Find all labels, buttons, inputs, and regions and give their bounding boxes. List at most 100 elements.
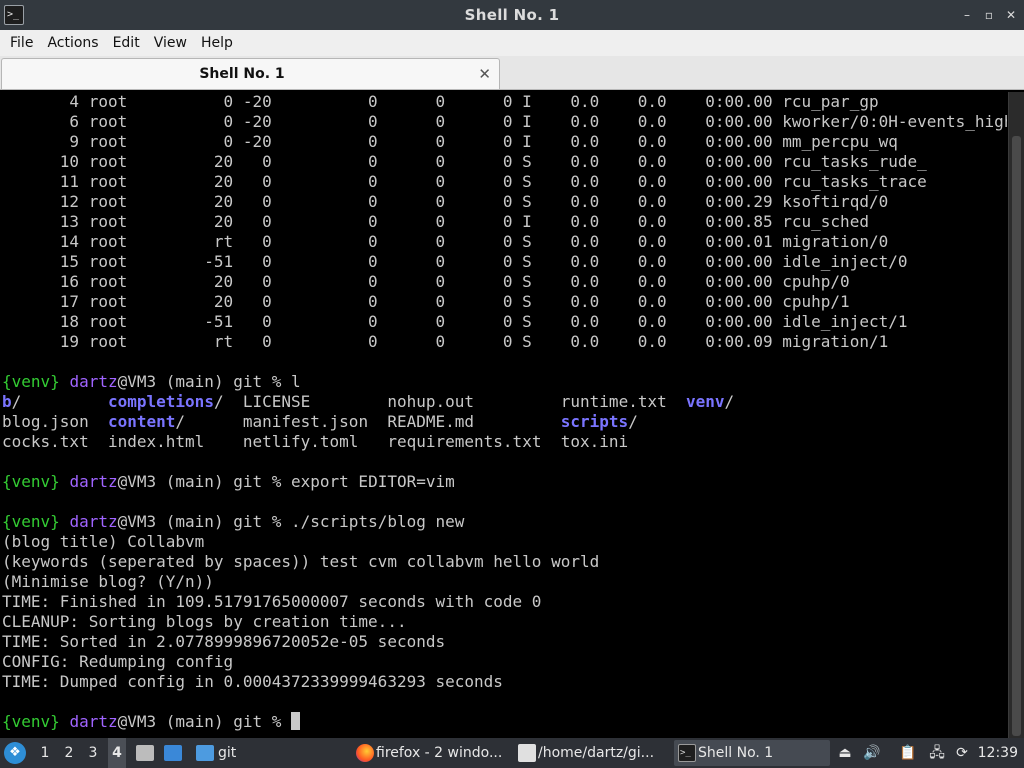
menu-actions[interactable]: Actions [40, 30, 105, 56]
ls-file: blog.json [2, 412, 89, 431]
ls-file: runtime.txt [560, 392, 667, 411]
network-icon[interactable]: 🖧 [926, 738, 948, 768]
update-icon[interactable]: ⟳ [952, 738, 972, 768]
window-controls: – ▫ ✕ [958, 0, 1020, 30]
ls-file: netlify.toml [242, 432, 359, 451]
output-line: CLEANUP: Sorting blogs by creation time.… [2, 612, 407, 631]
ls-file: tox.ini [560, 432, 629, 451]
prompt-rest: (main) git % [156, 712, 291, 731]
clipboard-icon[interactable]: 📋 [898, 738, 918, 768]
workspace-1[interactable]: 1 [36, 738, 54, 768]
prompt-line: {venv} dartz@VM3 (main) git % export EDI… [2, 472, 1007, 492]
prompt-line: {venv} dartz@VM3 (main) git % l [2, 372, 1007, 392]
prompt-user: dartz [69, 512, 118, 531]
maximize-icon[interactable]: ▫ [980, 6, 998, 24]
terminal-cursor [291, 712, 300, 730]
ls-row: b/ completions/ LICENSE nohup.out runtim… [2, 392, 1007, 412]
clock[interactable]: 12:39 [978, 738, 1018, 768]
folder-launcher[interactable]: git [194, 738, 236, 768]
process-row: 19 root rt 0 0 0 0 S 0.0 0.0 0:00.09 mig… [2, 332, 889, 351]
ls-suffix: / [628, 412, 638, 431]
terminal-icon: >_ [678, 744, 696, 762]
process-row: 18 root -51 0 0 0 0 S 0.0 0.0 0:00.00 id… [2, 312, 908, 331]
prompt-rest: (main) git % [156, 512, 291, 531]
ls-file: manifest.json [242, 412, 369, 431]
output-line: (Minimise blog? (Y/n)) [2, 572, 214, 591]
task-shell[interactable]: >_ Shell No. 1 [674, 740, 830, 766]
menu-file[interactable]: File [3, 30, 40, 56]
menu-edit[interactable]: Edit [106, 30, 147, 56]
minimize-icon[interactable]: – [958, 6, 976, 24]
ls-file: nohup.out [387, 392, 475, 411]
window-titlebar[interactable]: >_ Shell No. 1 – ▫ ✕ [0, 0, 1024, 30]
eject-icon[interactable]: ⏏ [836, 738, 854, 768]
process-row: 14 root rt 0 0 0 0 S 0.0 0.0 0:00.01 mig… [2, 232, 889, 251]
tab-close-icon[interactable]: ✕ [478, 59, 491, 89]
ls-row: blog.json content/ manifest.json README.… [2, 412, 1007, 432]
volume-icon[interactable]: 🔊 [862, 738, 882, 768]
task-label: firefox - 2 windo... [376, 745, 503, 761]
prompt-line: {venv} dartz@VM3 (main) git % ./scripts/… [2, 512, 1007, 532]
prompt-host: @VM3 [117, 712, 157, 731]
firefox-icon [356, 744, 374, 762]
output-line: TIME: Sorted in 2.0778999896720052e-05 s… [2, 632, 446, 651]
prompt-host: @VM3 [117, 512, 157, 531]
menu-bar: File Actions Edit View Help [0, 30, 1024, 56]
start-menu-icon[interactable]: ❖ [4, 742, 26, 764]
command-text: export EDITOR=vim [291, 472, 455, 491]
prompt-venv: {venv} [2, 512, 60, 531]
menu-help[interactable]: Help [194, 30, 240, 56]
ls-suffix: / [213, 392, 224, 411]
workspace-2[interactable]: 2 [60, 738, 78, 768]
ls-suffix: / [11, 392, 22, 411]
workspace-4[interactable]: 4 [108, 738, 126, 768]
ls-file: cocks.txt [2, 432, 89, 451]
prompt-user: dartz [69, 372, 118, 391]
output-line: TIME: Dumped config in 0.000437233999946… [2, 672, 503, 691]
prompt-host: @VM3 [117, 472, 157, 491]
prompt-user: dartz [69, 712, 118, 731]
prompt-venv: {venv} [2, 712, 60, 731]
ls-row: cocks.txt index.html netlify.toml requir… [2, 432, 1007, 452]
prompt-host: @VM3 [117, 372, 157, 391]
ls-file: requirements.txt [387, 432, 542, 451]
scrollbar-thumb[interactable] [1012, 136, 1021, 736]
ls-file: index.html [107, 432, 205, 451]
ls-directory: scripts [560, 412, 629, 431]
process-row: 17 root 20 0 0 0 0 S 0.0 0.0 0:00.00 cpu… [2, 292, 850, 311]
prompt-venv: {venv} [2, 372, 60, 391]
prompt-user: dartz [69, 472, 118, 491]
ls-suffix: / [724, 392, 735, 411]
output-line: CONFIG: Redumping config [2, 652, 234, 671]
workspace-3[interactable]: 3 [84, 738, 102, 768]
ls-directory: content [107, 412, 176, 431]
text-editor-icon [518, 744, 536, 762]
desktop-icon[interactable] [164, 745, 182, 761]
terminal-scrollbar[interactable] [1008, 92, 1024, 738]
process-row: 15 root -51 0 0 0 0 S 0.0 0.0 0:00.00 id… [2, 252, 908, 271]
close-icon[interactable]: ✕ [1002, 6, 1020, 24]
tab-shell-1[interactable]: Shell No. 1 ✕ [1, 58, 500, 89]
command-text: l [291, 372, 301, 391]
command-text: ./scripts/blog new [291, 512, 465, 531]
menu-view[interactable]: View [147, 30, 194, 56]
terminal-output[interactable]: 4 root 0 -20 0 0 0 I 0.0 0.0 0:00.00 rcu… [0, 92, 1007, 738]
folder-icon [196, 745, 214, 761]
output-line: (keywords (seperated by spaces)) test cv… [2, 552, 600, 571]
ls-directory: venv [686, 392, 725, 411]
task-label: /home/dartz/gi... [538, 745, 655, 761]
files-icon[interactable] [136, 745, 154, 761]
task-firefox[interactable]: firefox - 2 windo... [352, 740, 508, 766]
task-editor[interactable]: /home/dartz/gi... [514, 740, 670, 766]
process-row: 4 root 0 -20 0 0 0 I 0.0 0.0 0:00.00 rcu… [2, 92, 879, 111]
prompt-line: {venv} dartz@VM3 (main) git % [2, 712, 1007, 732]
tab-label: Shell No. 1 [199, 66, 285, 82]
output-line: TIME: Finished in 109.51791765000007 sec… [2, 592, 542, 611]
process-row: 10 root 20 0 0 0 0 S 0.0 0.0 0:00.00 rcu… [2, 152, 927, 171]
tab-bar: Shell No. 1 ✕ [0, 56, 1024, 90]
ls-directory: b [2, 392, 12, 411]
process-row: 9 root 0 -20 0 0 0 I 0.0 0.0 0:00.00 mm_… [2, 132, 898, 151]
output-line: (blog title) Collabvm [2, 532, 205, 551]
